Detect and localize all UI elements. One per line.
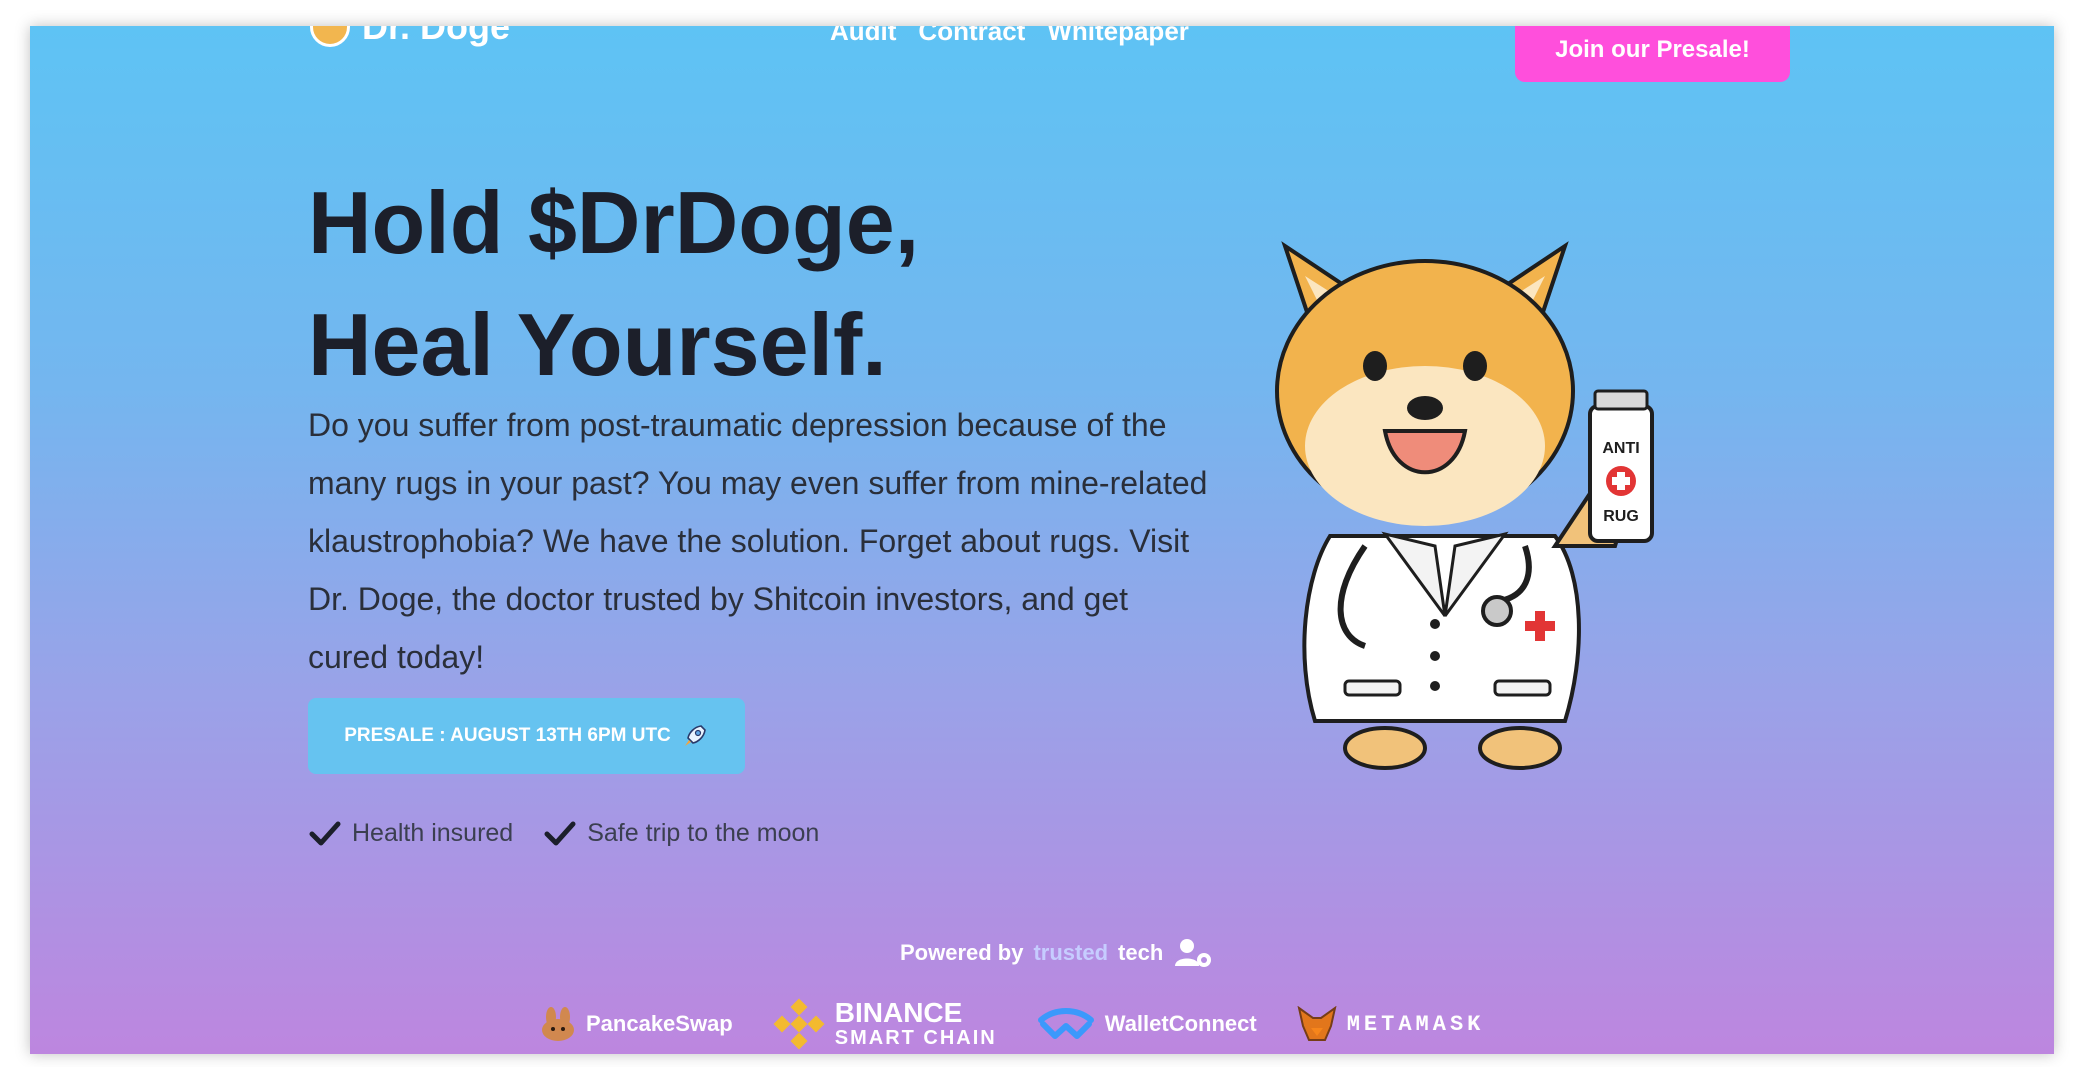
landing-page: Dr. Doge Audit Contract Whitepaper Join … xyxy=(30,26,2054,1054)
user-shield-icon xyxy=(1175,939,1212,967)
pancakeswap-text: PancakeSwap xyxy=(586,1011,733,1036)
logo-text: Dr. Doge xyxy=(362,26,511,47)
walletconnect-icon xyxy=(1037,1008,1094,1039)
bunny-icon xyxy=(542,1007,574,1041)
top-nav: Dr. Doge Audit Contract Whitepaper Join … xyxy=(30,26,2054,86)
bottle-label-anti: ANTI xyxy=(1602,440,1639,457)
logo-mark-icon xyxy=(310,26,350,47)
presale-label: PRESALE : AUGUST 13TH 6PM UTC xyxy=(344,725,671,746)
metamask-text: METAMASK xyxy=(1346,1011,1485,1037)
check-icon xyxy=(309,821,341,846)
powered-prefix: Powered by xyxy=(900,940,1024,965)
nav-links: Audit Contract Whitepaper xyxy=(830,26,1189,47)
powered-suffix: tech xyxy=(1118,940,1164,965)
nav-link-contract[interactable]: Contract xyxy=(918,26,1025,47)
feature-item: Health insured xyxy=(308,816,513,850)
hero-title-line1: Hold $DrDoge, xyxy=(308,173,920,272)
powered-brand: trusted xyxy=(1033,940,1109,965)
rocket-icon xyxy=(684,725,706,746)
metamask-logo[interactable]: METAMASK xyxy=(1297,1006,1485,1042)
partner-logos: PancakeSwap BINANCE SMART CHAIN WalletCo… xyxy=(540,998,1484,1050)
feature-list: Health insured Safe trip to the moon xyxy=(308,816,819,850)
join-presale-button[interactable]: Join our Presale! xyxy=(1515,26,1790,82)
powered-by[interactable]: Powered by trusted tech xyxy=(900,936,1213,970)
feature-label: Safe trip to the moon xyxy=(587,818,820,847)
pancakeswap-logo[interactable]: PancakeSwap xyxy=(540,1007,733,1041)
fox-icon xyxy=(1297,1006,1337,1041)
walletconnect-text: WalletConnect xyxy=(1104,1011,1257,1036)
binance-main-text: BINANCE xyxy=(834,996,963,1028)
binance-icon xyxy=(773,998,825,1050)
doge-doctor-mascot: ANTI RUG xyxy=(1275,241,1654,770)
binance-sub-text: SMART CHAIN xyxy=(834,1026,997,1049)
nav-link-audit[interactable]: Audit xyxy=(830,26,896,47)
check-icon xyxy=(544,821,576,846)
hero-description: Do you suffer from post-traumatic depres… xyxy=(308,407,1208,675)
bottle-label-rug: RUG xyxy=(1603,508,1639,525)
hero-title-line2: Heal Yourself. xyxy=(308,295,887,394)
presale-button[interactable]: PRESALE : AUGUST 13TH 6PM UTC xyxy=(308,698,745,774)
feature-item: Safe trip to the moon xyxy=(543,816,819,850)
logo[interactable]: Dr. Doge xyxy=(310,26,510,48)
nav-link-whitepaper[interactable]: Whitepaper xyxy=(1047,26,1189,47)
hero-title: Hold $DrDoge, Heal Yourself. xyxy=(308,162,919,406)
feature-label: Health insured xyxy=(352,818,514,847)
walletconnect-logo[interactable]: WalletConnect xyxy=(1037,1008,1257,1040)
binance-smart-chain-logo[interactable]: BINANCE SMART CHAIN xyxy=(773,998,997,1050)
